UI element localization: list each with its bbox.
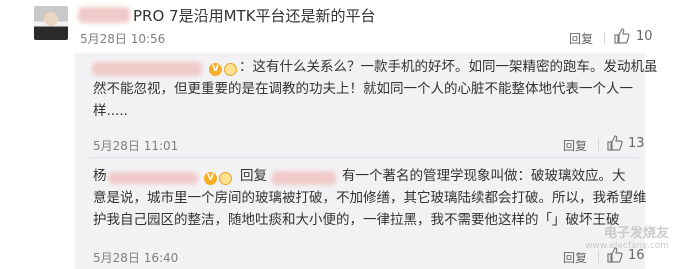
thumbs-up-icon[interactable] xyxy=(613,28,630,44)
smile-icon xyxy=(219,172,232,185)
divider xyxy=(598,251,599,263)
smile-icon xyxy=(224,63,237,76)
reply2-text-line2: 意是说，城市里一个房间的玻璃被打破，不加修缮，其它玻璃陆续都会打破。所以，我希望… xyxy=(93,190,647,206)
verified-badge: V xyxy=(209,63,222,76)
divider xyxy=(604,32,605,44)
user-avatar[interactable] xyxy=(34,6,68,40)
watermark: 电子发烧友 www.elecfans.com xyxy=(574,222,669,251)
reply1-text-line1: ：这有什么关系么？一款手机的好坏。如同一架精密的跑车。发动机虽 xyxy=(239,59,658,75)
reply-separator xyxy=(90,157,638,158)
reply1-username-redacted[interactable] xyxy=(92,62,202,76)
comment-text: PRO 7是沿用MTK平台还是新的平台 xyxy=(133,7,376,25)
watermark-url: www.elecfans.com xyxy=(585,241,669,251)
reply2-username-redacted[interactable] xyxy=(108,172,198,184)
reply1-text-line2: 然不能忽视，但更重要的是在调教的功夫上！就如同一个人的心脏不能整体地代表一个人一 xyxy=(93,81,633,97)
reply2-text-line3: 护我自己园区的整洁，随地吐痰和大小便的，一律拉黑，我不需要他这样的「」破坏王破 xyxy=(93,212,620,228)
reply-button[interactable]: 回复 xyxy=(569,30,593,47)
reply1-timestamp: 5月28日 11:01 xyxy=(93,139,179,153)
reply1-text-line3: 样..... xyxy=(93,103,128,119)
thumbs-up-icon[interactable] xyxy=(606,135,623,151)
reply2-timestamp: 5月28日 16:40 xyxy=(93,251,179,265)
like-count: 10 xyxy=(636,29,653,44)
verified-badge: V xyxy=(204,172,217,185)
comment-timestamp: 5月28日 10:56 xyxy=(80,32,166,46)
divider xyxy=(598,139,599,151)
reply2-reply-prefix: 回复 xyxy=(240,168,267,184)
watermark-site: 电子发烧友 xyxy=(603,226,669,241)
reply2-text-line1: 有一个著名的管理学现象叫做：破玻璃效应。大 xyxy=(342,168,626,184)
username-redacted[interactable] xyxy=(78,7,130,23)
reply1-like-count: 13 xyxy=(628,136,645,151)
reply1-reply-button[interactable]: 回复 xyxy=(563,137,587,154)
reply2-mention-redacted[interactable] xyxy=(272,171,336,185)
reply2-name-initial[interactable]: 杨 xyxy=(93,166,107,187)
reply2-reply-button[interactable]: 回复 xyxy=(563,249,587,266)
